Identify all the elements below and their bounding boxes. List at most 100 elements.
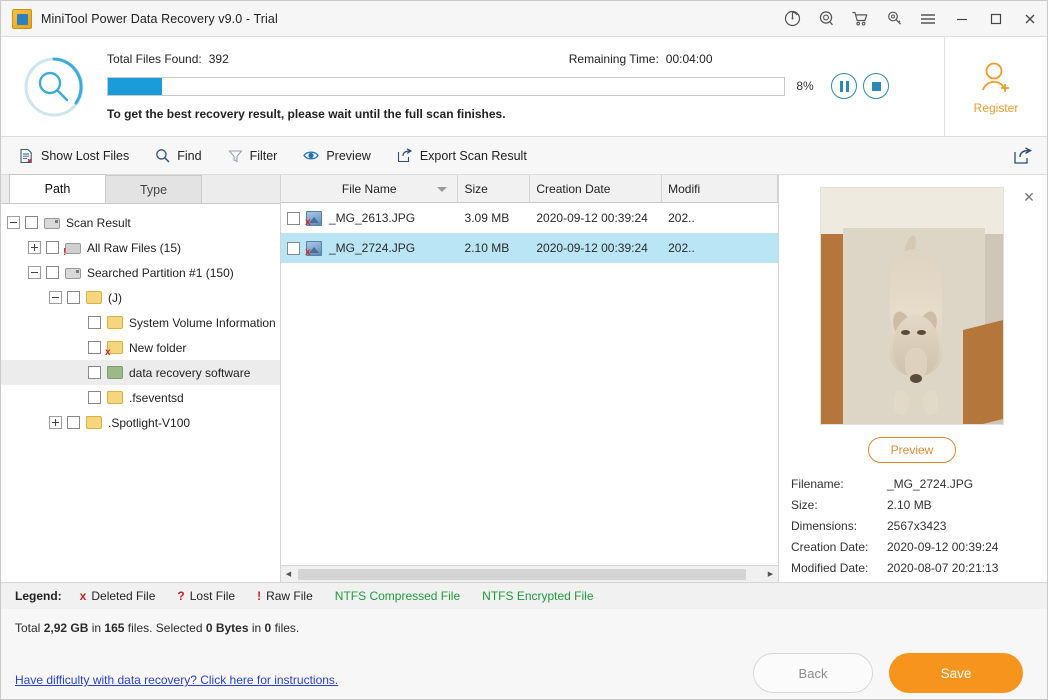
- tree-node[interactable]: System Volume Information: [1, 310, 280, 335]
- tree-node-checkbox[interactable]: [88, 316, 101, 329]
- sort-descending-icon: [437, 187, 447, 192]
- show-lost-files-button[interactable]: Show Lost Files: [17, 144, 141, 168]
- file-row-checkbox[interactable]: [287, 212, 300, 225]
- scroll-right-icon[interactable]: ▶: [763, 567, 778, 582]
- tab-path[interactable]: Path: [9, 174, 106, 203]
- column-label-file-name: File Name: [342, 182, 397, 196]
- filter-button[interactable]: Filter: [226, 145, 290, 167]
- cell-file-name: x_MG_2613.JPG: [281, 211, 459, 226]
- close-icon[interactable]: [1013, 1, 1047, 37]
- tree-node-label: All Raw Files (15): [87, 241, 181, 255]
- tree-node-checkbox[interactable]: [88, 366, 101, 379]
- file-list-hscrollbar[interactable]: ◀ ▶: [281, 565, 778, 582]
- tree-node[interactable]: (J): [1, 285, 280, 310]
- key-search-icon[interactable]: [877, 1, 911, 37]
- tree-node[interactable]: !All Raw Files (15): [1, 235, 280, 260]
- search-icon: [155, 148, 170, 163]
- minimize-icon[interactable]: [945, 1, 979, 37]
- tree-node-label: Searched Partition #1 (150): [87, 266, 234, 280]
- tree-node[interactable]: data recovery software: [1, 360, 280, 385]
- legend-label: Raw File: [266, 589, 313, 603]
- table-row[interactable]: x_MG_2724.JPG2.10 MB2020-09-12 00:39:242…: [281, 233, 778, 263]
- column-label-creation-date: Creation Date: [536, 182, 610, 196]
- eye-icon: [303, 149, 319, 162]
- table-row[interactable]: x_MG_2613.JPG3.09 MB2020-09-12 00:39:242…: [281, 203, 778, 233]
- collapse-icon[interactable]: [49, 291, 62, 304]
- total-files-label: Total Files Found:: [107, 52, 202, 66]
- metadata-value: 2020-09-12 00:39:24: [887, 540, 998, 554]
- selected-mid: in: [249, 621, 265, 635]
- tree-node-checkbox[interactable]: [88, 391, 101, 404]
- tree-node-checkbox[interactable]: [88, 341, 101, 354]
- tree-node[interactable]: .Spotlight-V100: [1, 410, 280, 435]
- tree-node-checkbox[interactable]: [67, 416, 80, 429]
- share-export-icon: [1013, 147, 1033, 165]
- scan-progress-fill: [108, 78, 162, 95]
- export-scan-result-button[interactable]: Export Scan Result: [395, 144, 539, 167]
- metadata-value: 2020-08-07 20:21:13: [887, 561, 998, 575]
- preview-button[interactable]: Preview: [301, 145, 382, 167]
- deleted-badge-icon: x: [105, 348, 111, 357]
- column-label-modified-date: Modifi: [668, 182, 700, 196]
- tree-node[interactable]: Scan Result: [1, 210, 280, 235]
- tree-node-checkbox[interactable]: [67, 291, 80, 304]
- tree-node-checkbox[interactable]: [46, 241, 59, 254]
- tab-type[interactable]: Type: [105, 175, 202, 203]
- share-export-button[interactable]: [1013, 147, 1047, 165]
- tab-path-label: Path: [45, 182, 71, 196]
- file-list-body[interactable]: x_MG_2613.JPG3.09 MB2020-09-12 00:39:24 2…: [281, 203, 778, 565]
- column-header-file-name[interactable]: File Name: [281, 175, 458, 203]
- deleted-badge-icon: x: [305, 248, 311, 256]
- tree-node[interactable]: .fseventsd: [1, 385, 280, 410]
- cell-size: 2.10 MB: [459, 241, 531, 255]
- column-label-size: Size: [464, 182, 487, 196]
- help-link[interactable]: Have difficulty with data recovery? Clic…: [15, 673, 338, 687]
- cell-creation-date: 2020-09-12 00:39:24: [530, 211, 662, 225]
- column-header-creation-date[interactable]: Creation Date: [530, 175, 662, 203]
- column-header-modified-date[interactable]: Modifi: [662, 175, 778, 203]
- preview-open-button[interactable]: Preview: [868, 437, 957, 463]
- preview-label: Preview: [326, 149, 370, 163]
- scroll-left-icon[interactable]: ◀: [281, 567, 296, 582]
- legend-mark: !: [257, 589, 261, 603]
- cart-icon[interactable]: [843, 1, 877, 37]
- scroll-thumb[interactable]: [298, 569, 746, 580]
- legend-label: Lost File: [190, 589, 235, 603]
- tree-node[interactable]: Searched Partition #1 (150): [1, 260, 280, 285]
- tree-node-checkbox[interactable]: [46, 266, 59, 279]
- expand-icon[interactable]: [28, 241, 41, 254]
- back-button[interactable]: Back: [753, 653, 873, 693]
- register-button[interactable]: Register: [944, 37, 1047, 136]
- filter-label: Filter: [250, 149, 278, 163]
- collapse-icon[interactable]: [7, 216, 20, 229]
- metadata-value: 2567x3423: [887, 519, 946, 533]
- directory-tree[interactable]: Scan Result!All Raw Files (15) Searched P…: [1, 204, 280, 582]
- minitool-logo-icon: [12, 9, 32, 29]
- expand-icon[interactable]: [49, 416, 62, 429]
- file-row-checkbox[interactable]: [287, 242, 300, 255]
- scroll-track[interactable]: [296, 568, 763, 581]
- legend-label: NTFS Encrypted File: [482, 589, 593, 603]
- column-header-size[interactable]: Size: [458, 175, 530, 203]
- pause-icon[interactable]: [831, 73, 857, 99]
- find-button[interactable]: Find: [153, 144, 213, 167]
- cell-size: 3.09 MB: [459, 211, 531, 225]
- save-button[interactable]: Save: [889, 653, 1023, 693]
- disk-analysis-icon[interactable]: [775, 1, 809, 37]
- application-window: MiniTool Power Data Recovery v9.0 - Tria…: [0, 0, 1048, 700]
- legend-bar: Legend: xDeleted File?Lost File!Raw File…: [1, 582, 1047, 609]
- tree-node-label: System Volume Information: [129, 316, 276, 330]
- tree-node[interactable]: xNew folder: [1, 335, 280, 360]
- support-icon[interactable]: [809, 1, 843, 37]
- stop-icon[interactable]: [863, 73, 889, 99]
- metadata-key: Dimensions:: [791, 519, 887, 533]
- maximize-icon[interactable]: [979, 1, 1013, 37]
- folder-icon: x: [107, 341, 123, 355]
- close-icon[interactable]: ✕: [1021, 189, 1037, 205]
- export-icon: [397, 148, 413, 163]
- title-bar-controls: [775, 1, 1047, 37]
- collapse-icon[interactable]: [28, 266, 41, 279]
- menu-icon[interactable]: [911, 1, 945, 37]
- legend-title: Legend:: [15, 589, 62, 603]
- tree-node-checkbox[interactable]: [25, 216, 38, 229]
